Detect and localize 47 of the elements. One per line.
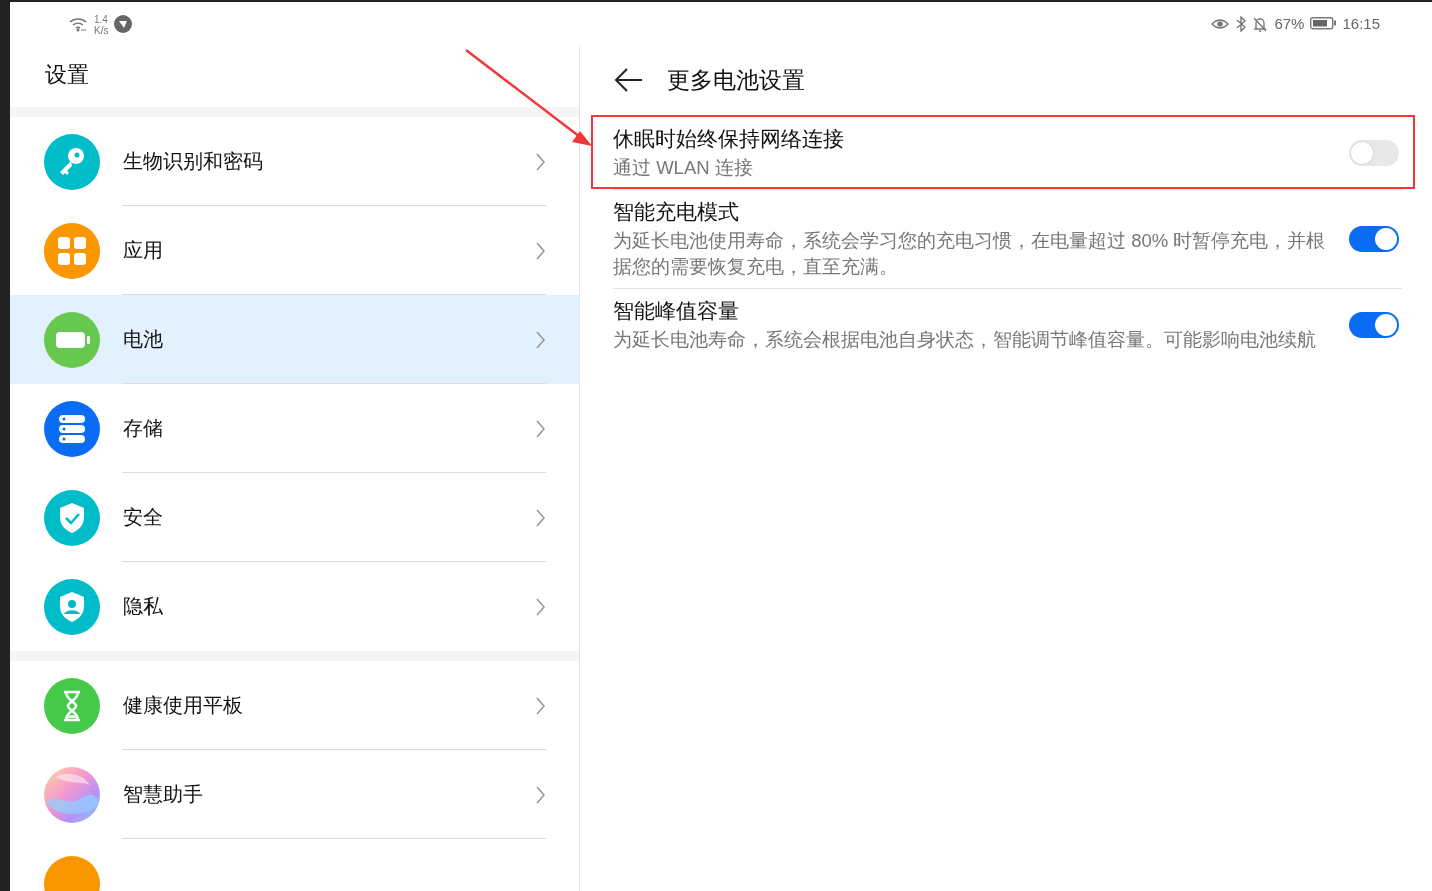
toggle-switch[interactable]: [1349, 140, 1399, 166]
eye-icon: [1211, 16, 1230, 31]
item-label: 智慧助手: [123, 782, 203, 807]
chevron-icon: [536, 419, 546, 438]
settings-item[interactable]: 安全: [10, 473, 579, 562]
settings-item[interactable]: 智慧助手: [10, 750, 579, 839]
settings-item[interactable]: 隐私: [10, 562, 579, 651]
settings-item[interactable]: 存储: [10, 384, 579, 473]
item-label: 存储: [123, 416, 163, 441]
toggle-switch[interactable]: [1349, 226, 1399, 252]
toggle-switch[interactable]: [1349, 312, 1399, 338]
item-label: 生物识别和密码: [123, 149, 263, 174]
page-title: 设置: [44, 61, 89, 89]
net-speed-unit: K/s: [94, 24, 109, 36]
setting-description: 通过 WLAN 连接: [613, 156, 754, 180]
wifi-icon: [68, 15, 88, 32]
bluetooth-icon: [1235, 15, 1247, 32]
chevron-icon: [536, 597, 546, 616]
notification-icon: [114, 14, 133, 33]
item-label: 应用: [123, 238, 163, 263]
battery-icon: [1310, 17, 1337, 30]
item-label: 安全: [123, 505, 163, 530]
item-label: 电池: [123, 327, 163, 352]
chevron-icon: [536, 696, 546, 715]
orb-icon: [44, 766, 100, 823]
item-label: 隐私: [123, 594, 163, 619]
settings-item[interactable]: 生物识别和密码: [10, 117, 579, 206]
chevron-icon: [536, 508, 546, 527]
setting-title: 智能峰值容量: [613, 298, 740, 324]
chevron-icon: [536, 785, 546, 804]
net-speed-value: 1.4: [94, 13, 109, 25]
clock: 16:15: [1342, 15, 1380, 32]
settings-item[interactable]: 应用: [10, 206, 579, 295]
settings-item[interactable]: 电池: [10, 295, 579, 384]
setting-description: 为延长电池使用寿命，系统会学习您的充电习惯，在电量超过 80% 时暂停充电，并根据您的需要恢复充电，直至充满。: [613, 229, 1327, 279]
page-title: 更多电池设置: [667, 65, 805, 95]
battery-percent: 67%: [1274, 15, 1305, 32]
settings-item[interactable]: 健康使用平板: [10, 661, 579, 750]
bell-off-icon: [1252, 15, 1269, 32]
setting-title: 休眠时始终保持网络连接: [613, 126, 845, 152]
chevron-icon: [536, 241, 546, 260]
setting-description: 为延长电池寿命，系统会根据电池自身状态，智能调节峰值容量。可能影响电池续航: [613, 328, 1317, 352]
chevron-icon: [536, 152, 546, 171]
back-icon[interactable]: [613, 67, 643, 93]
setting-title: 智能充电模式: [613, 199, 740, 225]
chevron-icon: [536, 330, 546, 349]
item-label: 健康使用平板: [123, 693, 243, 718]
